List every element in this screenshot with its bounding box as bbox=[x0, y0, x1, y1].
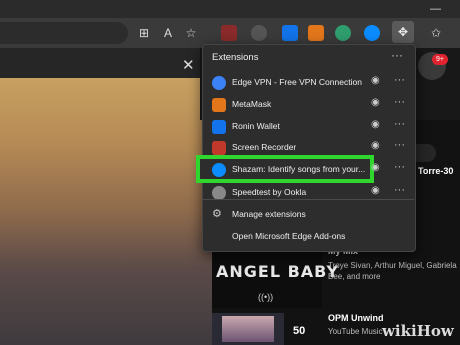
panel-divider bbox=[202, 199, 414, 200]
gear-icon: ⚙ bbox=[212, 208, 222, 220]
manage-extensions-label: Manage extensions bbox=[232, 209, 306, 219]
extension-label: Ronin Wallet bbox=[232, 121, 280, 131]
extensions-puzzle-icon[interactable]: ✥ bbox=[392, 21, 414, 43]
address-bar[interactable] bbox=[0, 22, 128, 44]
extension-item-edge-vpn[interactable]: Edge VPN - Free VPN Connection ◉ ··· bbox=[202, 73, 414, 93]
more-options-icon[interactable]: ··· bbox=[394, 74, 405, 86]
pin-eye-icon[interactable]: ◉ bbox=[371, 140, 380, 151]
extension-item-speedtest[interactable]: Speedtest by Ookla ◉ ··· bbox=[202, 183, 414, 203]
close-icon[interactable]: ✕ bbox=[182, 56, 195, 74]
metamask-fox-icon bbox=[212, 98, 226, 112]
screen-recorder-toolbar-icon[interactable] bbox=[221, 25, 237, 41]
extension-item-ronin[interactable]: Ronin Wallet ◉ ··· bbox=[202, 117, 414, 137]
read-aloud-icon[interactable]: A bbox=[160, 25, 176, 41]
radio-icon: ((•)) bbox=[258, 292, 274, 302]
pin-eye-icon[interactable]: ◉ bbox=[371, 75, 380, 86]
album-art bbox=[222, 316, 274, 342]
more-options-icon[interactable]: ··· bbox=[394, 184, 405, 196]
speedtest-icon bbox=[212, 186, 226, 200]
favorites-collection-icon[interactable]: ✩ bbox=[428, 25, 444, 41]
pin-eye-icon[interactable]: ◉ bbox=[371, 119, 380, 130]
more-options-icon[interactable]: ··· bbox=[394, 96, 405, 108]
extension-label: Shazam: Identify songs from your... bbox=[232, 164, 366, 174]
edge-addons-link[interactable]: Open Microsoft Edge Add-ons bbox=[202, 227, 414, 247]
edge-vpn-icon bbox=[212, 76, 226, 90]
extension-label: Screen Recorder bbox=[232, 142, 297, 152]
hero-image bbox=[0, 78, 212, 345]
extension-item-screen-recorder[interactable]: Screen Recorder ◉ ··· bbox=[202, 138, 414, 158]
extension-item-shazam[interactable]: Shazam: Identify songs from your... ◉ ··… bbox=[202, 160, 414, 180]
edge-addons-label: Open Microsoft Edge Add-ons bbox=[232, 231, 346, 241]
wikihow-watermark: wikiHow bbox=[382, 322, 454, 340]
speedtest-toolbar-icon[interactable] bbox=[251, 25, 267, 41]
ronin-toolbar-icon[interactable] bbox=[282, 25, 298, 41]
panel-title: Extensions bbox=[212, 52, 259, 63]
more-horizontal-icon[interactable]: ··· bbox=[391, 48, 403, 62]
favorite-star-icon[interactable]: ☆ bbox=[183, 25, 199, 41]
thumbnail-text: ANGEL BABY bbox=[216, 262, 340, 281]
edge-vpn-toolbar-icon[interactable] bbox=[335, 25, 351, 41]
playlist-title-1[interactable]: Torre-30 bbox=[418, 166, 453, 176]
pin-eye-icon[interactable]: ◉ bbox=[371, 185, 380, 196]
metamask-toolbar-icon[interactable] bbox=[308, 25, 324, 41]
track-count: 50 bbox=[293, 325, 306, 337]
tab-strip bbox=[0, 0, 460, 18]
ronin-shield-icon bbox=[212, 120, 226, 134]
playlist-subtitle-3: YouTube Music bbox=[328, 327, 383, 336]
minimize-icon[interactable]: — bbox=[430, 3, 441, 15]
more-options-icon[interactable]: ··· bbox=[394, 139, 405, 151]
shazam-toolbar-icon[interactable] bbox=[364, 25, 380, 41]
shazam-icon bbox=[212, 163, 226, 177]
pin-eye-icon[interactable]: ◉ bbox=[371, 162, 380, 173]
split-screen-icon[interactable]: ⊞ bbox=[136, 25, 152, 41]
notification-badge: 9+ bbox=[432, 54, 448, 65]
extension-label: Edge VPN - Free VPN Connection bbox=[232, 77, 362, 87]
playlist-title-3[interactable]: OPM Unwind bbox=[328, 313, 384, 323]
manage-extensions-link[interactable]: ⚙ Manage extensions bbox=[202, 205, 414, 225]
more-options-icon[interactable]: ··· bbox=[394, 118, 405, 130]
hero-header bbox=[0, 48, 212, 78]
playlist-subtitle-2: Troye Sivan, Arthur Miguel, Gabriela Bee… bbox=[328, 261, 457, 281]
extension-item-metamask[interactable]: MetaMask ◉ ··· bbox=[202, 95, 414, 115]
more-options-icon[interactable]: ··· bbox=[394, 161, 405, 173]
extension-label: Speedtest by Ookla bbox=[232, 187, 307, 197]
extension-label: MetaMask bbox=[232, 99, 272, 109]
screen-recorder-icon bbox=[212, 141, 226, 155]
pin-eye-icon[interactable]: ◉ bbox=[371, 97, 380, 108]
